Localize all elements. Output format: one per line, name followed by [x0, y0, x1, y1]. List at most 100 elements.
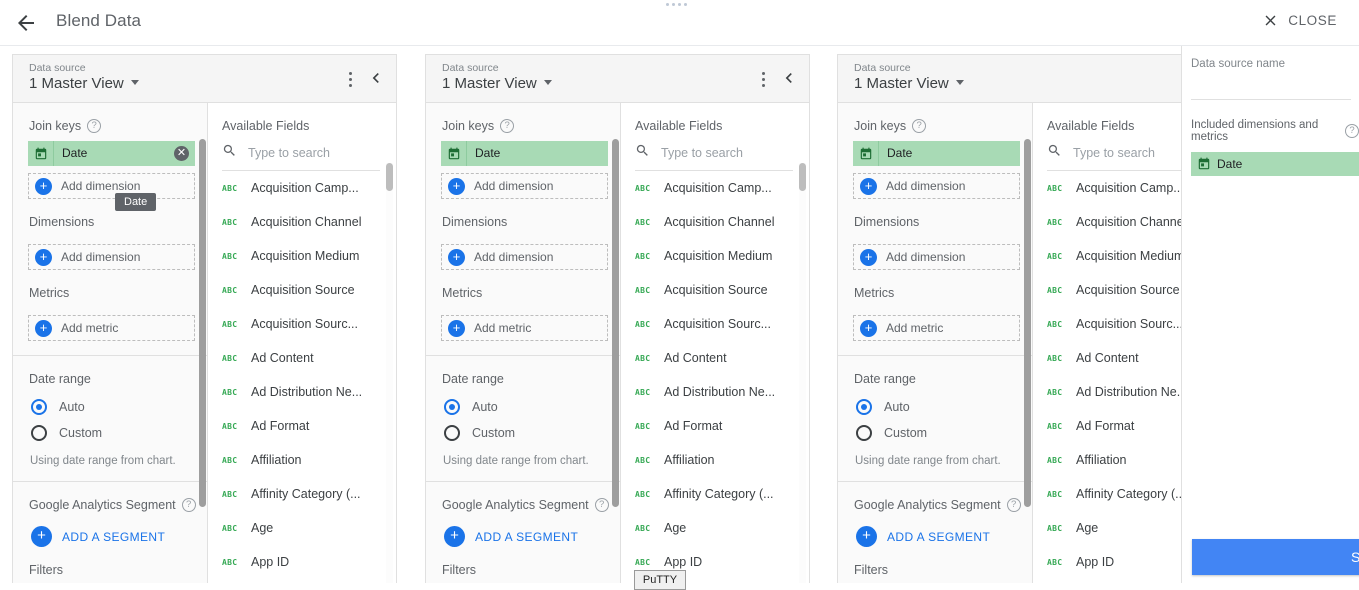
- help-icon[interactable]: ?: [181, 498, 196, 512]
- field-row[interactable]: ABC Ad Distribution Ne...: [208, 375, 396, 409]
- metrics-section-title: Metrics: [838, 270, 1032, 308]
- add-dimension-label: Add dimension: [886, 179, 966, 193]
- fields-scrollbar-track: [799, 163, 806, 583]
- field-name: Acquisition Sourc...: [664, 317, 771, 331]
- window-drag-handle[interactable]: [666, 3, 687, 6]
- join-key-chip-date[interactable]: Date ✕: [28, 141, 195, 166]
- data-source-name-input[interactable]: [1191, 83, 1351, 100]
- abc-type-icon: ABC: [635, 455, 651, 465]
- help-icon[interactable]: ?: [1006, 498, 1021, 512]
- fields-scrollbar-thumb[interactable]: [386, 163, 393, 191]
- add-join-key-dimension-button[interactable]: + Add dimension: [441, 173, 608, 199]
- field-row[interactable]: ABC Affiliation: [621, 443, 809, 477]
- data-source-selector[interactable]: 1 Master View: [442, 75, 552, 92]
- top-bar: Blend Data CLOSE: [0, 0, 1359, 46]
- config-scrollbar[interactable]: [612, 139, 619, 507]
- add-dimension-button[interactable]: + Add dimension: [28, 244, 195, 270]
- field-row[interactable]: ABC Age: [208, 511, 396, 545]
- field-row[interactable]: ABC Acquisition Sourc...: [621, 307, 809, 341]
- close-button[interactable]: CLOSE: [1262, 12, 1337, 29]
- abc-type-icon: ABC: [635, 319, 651, 329]
- taskbar-item-putty[interactable]: PuTTY: [634, 570, 686, 590]
- add-metric-button[interactable]: + Add metric: [853, 315, 1020, 341]
- date-range-auto-option[interactable]: Auto: [838, 394, 1032, 420]
- field-row[interactable]: ABC Acquisition Sourc...: [208, 307, 396, 341]
- abc-type-icon: ABC: [222, 421, 238, 431]
- field-row[interactable]: ABC Acquisition Medium: [208, 239, 396, 273]
- auto-label: Auto: [884, 400, 910, 414]
- date-range-custom-option[interactable]: Custom: [838, 420, 1032, 446]
- field-row[interactable]: ABC Age: [621, 511, 809, 545]
- panel-header: Data source 1 Master View: [13, 55, 396, 103]
- add-dimension-label: Add dimension: [61, 250, 141, 264]
- field-row[interactable]: ABC Acquisition Medium: [621, 239, 809, 273]
- save-button[interactable]: SAVE: [1192, 539, 1359, 575]
- abc-type-icon: ABC: [635, 217, 651, 227]
- abc-type-icon: ABC: [635, 523, 651, 533]
- search-input[interactable]: [661, 146, 793, 160]
- date-range-custom-option[interactable]: Custom: [426, 420, 620, 446]
- panel-overflow-menu-button[interactable]: [753, 68, 773, 90]
- metrics-label: Metrics: [442, 286, 483, 300]
- add-segment-button[interactable]: + ADD A SEGMENT: [13, 520, 207, 547]
- panel-collapse-button[interactable]: [366, 68, 386, 90]
- add-metric-label: Add metric: [474, 321, 532, 335]
- join-keys-label: Join keys: [854, 119, 907, 133]
- field-row[interactable]: ABC Affiliation: [208, 443, 396, 477]
- help-icon[interactable]: ?: [594, 498, 609, 512]
- panel-overflow-menu-button[interactable]: [340, 68, 360, 90]
- field-row[interactable]: ABC Affinity Category (...: [621, 477, 809, 511]
- add-segment-button[interactable]: + ADD A SEGMENT: [426, 520, 620, 547]
- field-row[interactable]: ABC Acquisition Camp...: [208, 171, 396, 205]
- field-row[interactable]: ABC Acquisition Source: [621, 273, 809, 307]
- field-name: Ad Content: [251, 351, 314, 365]
- panel-collapse-button[interactable]: [779, 68, 799, 90]
- help-icon[interactable]: ?: [87, 119, 102, 133]
- field-row[interactable]: ABC Ad Content: [208, 341, 396, 375]
- field-row[interactable]: ABC Acquisition Camp...: [621, 171, 809, 205]
- add-dimension-button[interactable]: + Add dimension: [853, 244, 1020, 270]
- field-row[interactable]: ABC Acquisition Source: [208, 273, 396, 307]
- field-row[interactable]: ABC Ad Format: [621, 409, 809, 443]
- auto-label: Auto: [59, 400, 85, 414]
- plus-icon: +: [448, 319, 465, 337]
- field-row[interactable]: ABC Acquisition Channel: [621, 205, 809, 239]
- help-icon[interactable]: ?: [1345, 124, 1359, 138]
- add-join-key-dimension-button[interactable]: + Add dimension: [853, 173, 1020, 199]
- add-metric-button[interactable]: + Add metric: [441, 315, 608, 341]
- join-keys-section-title: Join keys ?: [838, 103, 1032, 141]
- help-icon[interactable]: ?: [500, 119, 515, 133]
- add-metric-button[interactable]: + Add metric: [28, 315, 195, 341]
- field-row[interactable]: ABC Ad Content: [621, 341, 809, 375]
- remove-join-key-button[interactable]: ✕: [174, 146, 189, 161]
- join-key-chip-date[interactable]: Date: [441, 141, 608, 166]
- field-row[interactable]: ABC Acquisition Channel: [208, 205, 396, 239]
- date-range-auto-option[interactable]: Auto: [13, 394, 207, 420]
- add-dimension-button[interactable]: + Add dimension: [441, 244, 608, 270]
- calendar-icon: [441, 147, 466, 161]
- add-join-key-dimension-button[interactable]: + Add dimension: [28, 173, 195, 199]
- field-row[interactable]: ABC Ad Format: [208, 409, 396, 443]
- fields-scrollbar-thumb[interactable]: [799, 163, 806, 191]
- join-key-chip-date[interactable]: Date: [853, 141, 1020, 166]
- auto-label: Auto: [472, 400, 498, 414]
- field-row[interactable]: ABC Ad Distribution Ne...: [621, 375, 809, 409]
- date-range-auto-option[interactable]: Auto: [426, 394, 620, 420]
- abc-type-icon: ABC: [1047, 251, 1063, 261]
- arrow-back-icon[interactable]: [14, 11, 38, 35]
- field-row[interactable]: ABC Affinity Category (...: [208, 477, 396, 511]
- help-icon[interactable]: ?: [912, 119, 927, 133]
- config-scrollbar[interactable]: [199, 139, 206, 507]
- field-name: Acquisition Source: [1076, 283, 1180, 297]
- search-input[interactable]: [248, 146, 380, 160]
- data-source-selector[interactable]: 1 Master View: [29, 75, 139, 92]
- custom-label: Custom: [472, 426, 516, 440]
- included-field-chip-date[interactable]: Date: [1191, 152, 1359, 176]
- data-source-selector[interactable]: 1 Master View: [854, 75, 964, 92]
- filters-label: Filters: [854, 563, 889, 577]
- ga-segment-section-title: Google Analytics Segment ?: [838, 482, 1032, 520]
- config-scrollbar[interactable]: [1024, 139, 1031, 507]
- field-row[interactable]: ABC App ID: [208, 545, 396, 579]
- date-range-custom-option[interactable]: Custom: [13, 420, 207, 446]
- add-segment-button[interactable]: + ADD A SEGMENT: [838, 520, 1032, 547]
